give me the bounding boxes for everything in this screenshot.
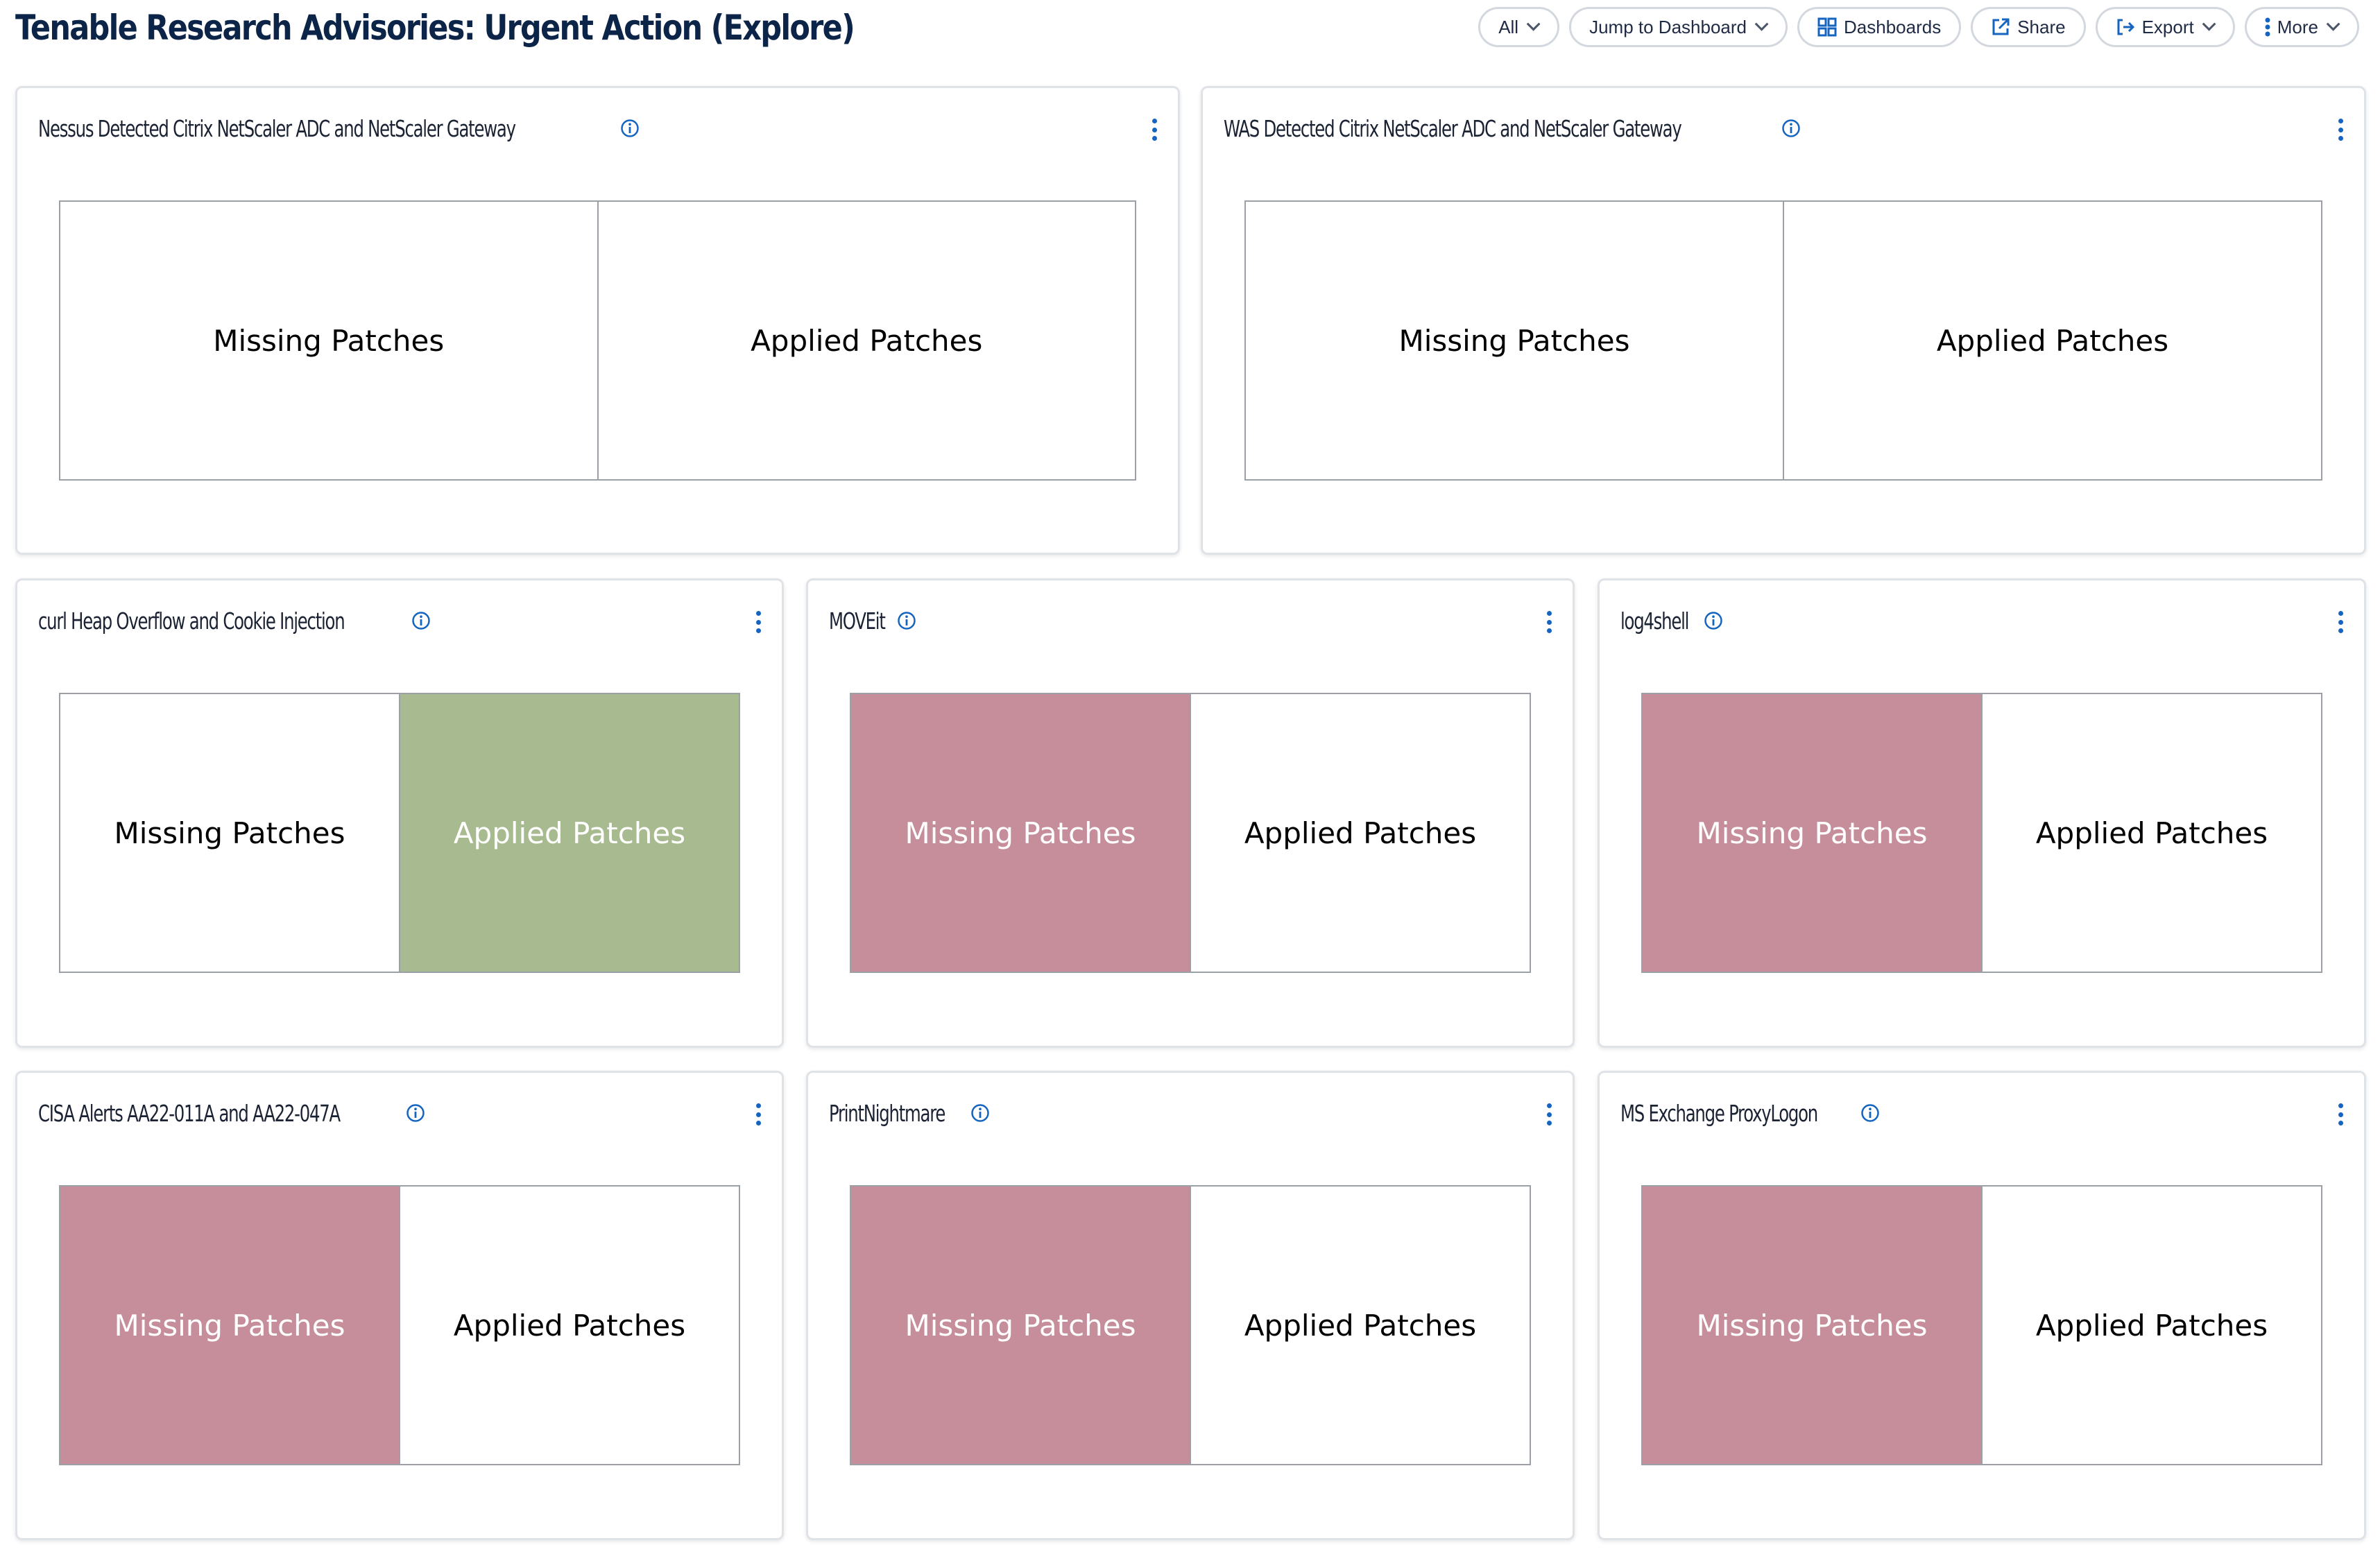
patch-matrix: Missing Patches Applied Patches: [59, 693, 740, 973]
missing-patches-cell[interactable]: Missing Patches: [851, 1187, 1190, 1464]
patch-matrix: Missing Patches Applied Patches: [59, 200, 1136, 481]
applied-patches-cell[interactable]: Applied Patches: [1981, 694, 2321, 972]
panel-nessus-citrix: Nessus Detected Citrix NetScaler ADC and…: [15, 86, 1180, 555]
patch-matrix: Missing Patches Applied Patches: [1244, 200, 2322, 481]
patch-matrix: Missing Patches Applied Patches: [1641, 693, 2322, 973]
share-button[interactable]: Share: [1971, 7, 2086, 47]
chevron-down-icon: [2326, 17, 2340, 31]
chevron-down-icon: [2202, 17, 2216, 31]
panel-title: CISA Alerts AA22-011A and AA22-047A: [38, 1099, 341, 1127]
panel-title: Nessus Detected Citrix NetScaler ADC and…: [38, 114, 516, 142]
patch-matrix: Missing Patches Applied Patches: [1641, 1185, 2322, 1465]
info-icon[interactable]: [406, 1103, 425, 1123]
applied-patches-cell[interactable]: Applied Patches: [1981, 1187, 2321, 1464]
kebab-icon: [2265, 17, 2270, 37]
missing-patches-cell[interactable]: Missing Patches: [851, 694, 1190, 972]
panel-title: PrintNightmare: [829, 1099, 945, 1127]
patch-matrix: Missing Patches Applied Patches: [59, 1185, 740, 1465]
jump-to-dashboard-label: Jump to Dashboard: [1589, 16, 1747, 37]
info-icon[interactable]: [897, 611, 916, 630]
panel-curl: curl Heap Overflow and Cookie Injection …: [15, 578, 784, 1048]
chevron-down-icon: [1526, 17, 1541, 31]
applied-patches-cell[interactable]: Applied Patches: [399, 694, 739, 972]
panel-printnightmare: PrintNightmare Missing Patches Applied P…: [806, 1071, 1575, 1540]
panel-title: curl Heap Overflow and Cookie Injection: [38, 607, 345, 635]
panel-menu-icon[interactable]: [1545, 611, 1553, 633]
toolbar: All Jump to Dashboard Dashboards Share E…: [1478, 7, 2359, 47]
missing-patches-cell[interactable]: Missing Patches: [60, 694, 399, 972]
patch-matrix: Missing Patches Applied Patches: [850, 693, 1531, 973]
panel-menu-icon[interactable]: [754, 1103, 762, 1126]
panel-menu-icon[interactable]: [1150, 119, 1158, 141]
missing-patches-cell[interactable]: Missing Patches: [1643, 694, 1981, 972]
panel-log4shell: log4shell Missing Patches Applied Patche…: [1598, 578, 2366, 1048]
applied-patches-cell[interactable]: Applied Patches: [1783, 202, 2321, 479]
info-icon[interactable]: [620, 119, 640, 138]
export-dropdown[interactable]: Export: [2095, 7, 2235, 47]
export-icon: [2116, 17, 2135, 37]
info-icon[interactable]: [1860, 1103, 1880, 1123]
applied-patches-cell[interactable]: Applied Patches: [1190, 1187, 1530, 1464]
panel-title: MOVEit: [829, 607, 886, 635]
applied-patches-cell[interactable]: Applied Patches: [399, 1187, 739, 1464]
panel-menu-icon[interactable]: [754, 611, 762, 633]
filter-all-label: All: [1498, 16, 1519, 37]
jump-to-dashboard-dropdown[interactable]: Jump to Dashboard: [1569, 7, 1788, 47]
chevron-down-icon: [1754, 17, 1769, 31]
panel-title: WAS Detected Citrix NetScaler ADC and Ne…: [1224, 114, 1682, 142]
applied-patches-cell[interactable]: Applied Patches: [1190, 694, 1530, 972]
missing-patches-cell[interactable]: Missing Patches: [60, 1187, 399, 1464]
panel-moveit: MOVEit Missing Patches Applied Patches: [806, 578, 1575, 1048]
panel-was-citrix: WAS Detected Citrix NetScaler ADC and Ne…: [1201, 86, 2366, 555]
missing-patches-cell[interactable]: Missing Patches: [1643, 1187, 1981, 1464]
panel-title: log4shell: [1620, 607, 1689, 635]
share-icon: [1991, 17, 2010, 37]
more-label: More: [2277, 16, 2318, 37]
dashboards-button[interactable]: Dashboards: [1797, 7, 1962, 47]
page-title: Tenable Research Advisories: Urgent Acti…: [15, 8, 855, 48]
info-icon[interactable]: [411, 611, 431, 630]
missing-patches-cell[interactable]: Missing Patches: [1246, 202, 1783, 479]
panel-ms-exchange-proxylogon: MS Exchange ProxyLogon Missing Patches A…: [1598, 1071, 2366, 1540]
share-label: Share: [2017, 16, 2066, 37]
applied-patches-cell[interactable]: Applied Patches: [597, 202, 1136, 479]
panel-menu-icon[interactable]: [2336, 1103, 2345, 1126]
filter-all-dropdown[interactable]: All: [1478, 7, 1560, 47]
missing-patches-cell[interactable]: Missing Patches: [60, 202, 597, 479]
info-icon[interactable]: [970, 1103, 990, 1123]
info-icon[interactable]: [1781, 119, 1801, 138]
export-label: Export: [2141, 16, 2194, 37]
patch-matrix: Missing Patches Applied Patches: [850, 1185, 1531, 1465]
panel-cisa-alerts: CISA Alerts AA22-011A and AA22-047A Miss…: [15, 1071, 784, 1540]
panel-menu-icon[interactable]: [2336, 119, 2345, 141]
grid-icon: [1817, 17, 1837, 37]
dashboards-label: Dashboards: [1844, 16, 1942, 37]
more-dropdown[interactable]: More: [2244, 7, 2359, 47]
panel-title: MS Exchange ProxyLogon: [1620, 1099, 1818, 1127]
panel-menu-icon[interactable]: [1545, 1103, 1553, 1126]
info-icon[interactable]: [1704, 611, 1723, 630]
panel-menu-icon[interactable]: [2336, 611, 2345, 633]
